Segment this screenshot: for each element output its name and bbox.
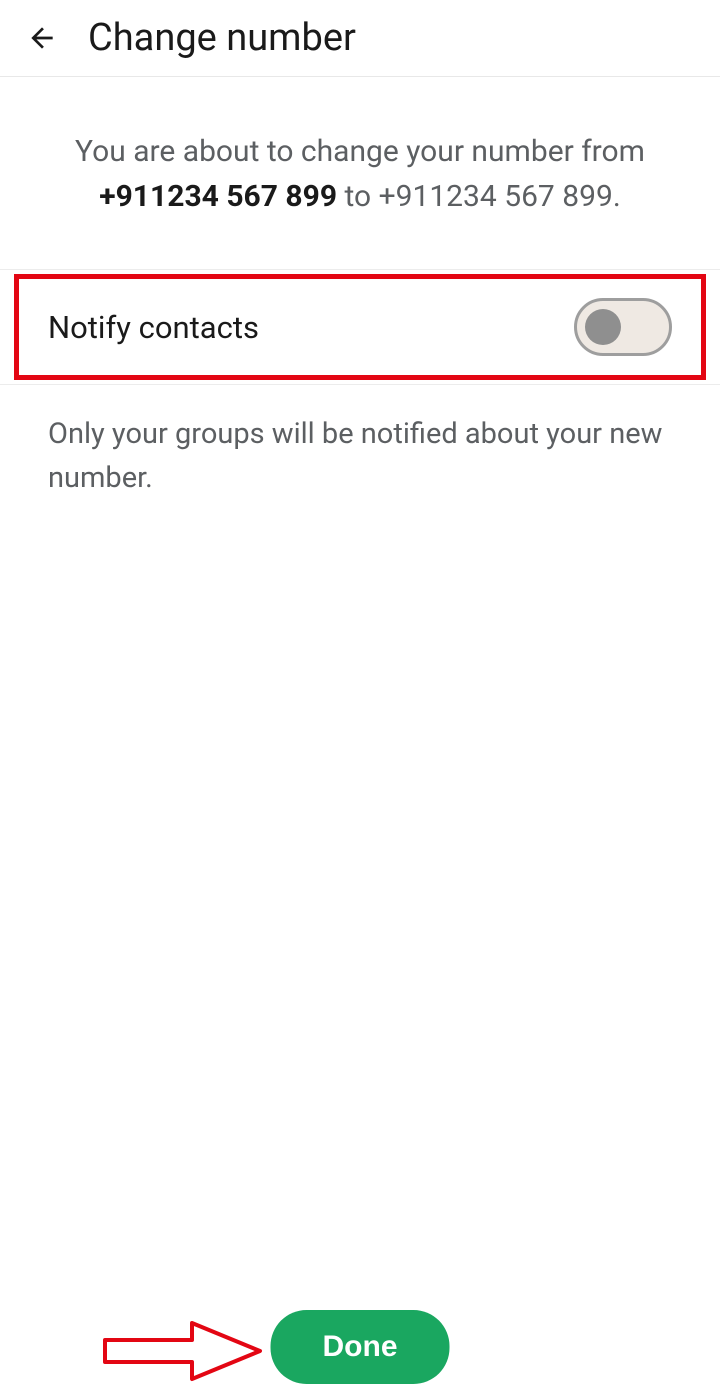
arrow-right-icon bbox=[100, 1318, 265, 1384]
page-title: Change number bbox=[88, 16, 356, 60]
arrow-annotation bbox=[100, 1318, 265, 1388]
info-middle: to bbox=[337, 179, 379, 214]
notify-contacts-label: Notify contacts bbox=[48, 309, 259, 346]
notify-subtext: Only your groups will be notified about … bbox=[0, 385, 720, 528]
old-number: +911234 567 899 bbox=[99, 179, 337, 214]
info-suffix: . bbox=[613, 179, 621, 214]
new-number: +911234 567 899 bbox=[379, 179, 613, 214]
notify-contacts-row[interactable]: Notify contacts bbox=[0, 269, 720, 385]
info-text: You are about to change your number from… bbox=[50, 129, 670, 219]
header: Change number bbox=[0, 0, 720, 77]
arrow-left-icon bbox=[26, 22, 58, 54]
info-section: You are about to change your number from… bbox=[0, 77, 720, 269]
toggle-knob bbox=[585, 309, 621, 345]
info-prefix: You are about to change your number from bbox=[75, 134, 645, 169]
back-button[interactable] bbox=[24, 20, 60, 56]
done-button[interactable]: Done bbox=[271, 1310, 450, 1384]
notify-contacts-toggle[interactable] bbox=[574, 298, 672, 356]
